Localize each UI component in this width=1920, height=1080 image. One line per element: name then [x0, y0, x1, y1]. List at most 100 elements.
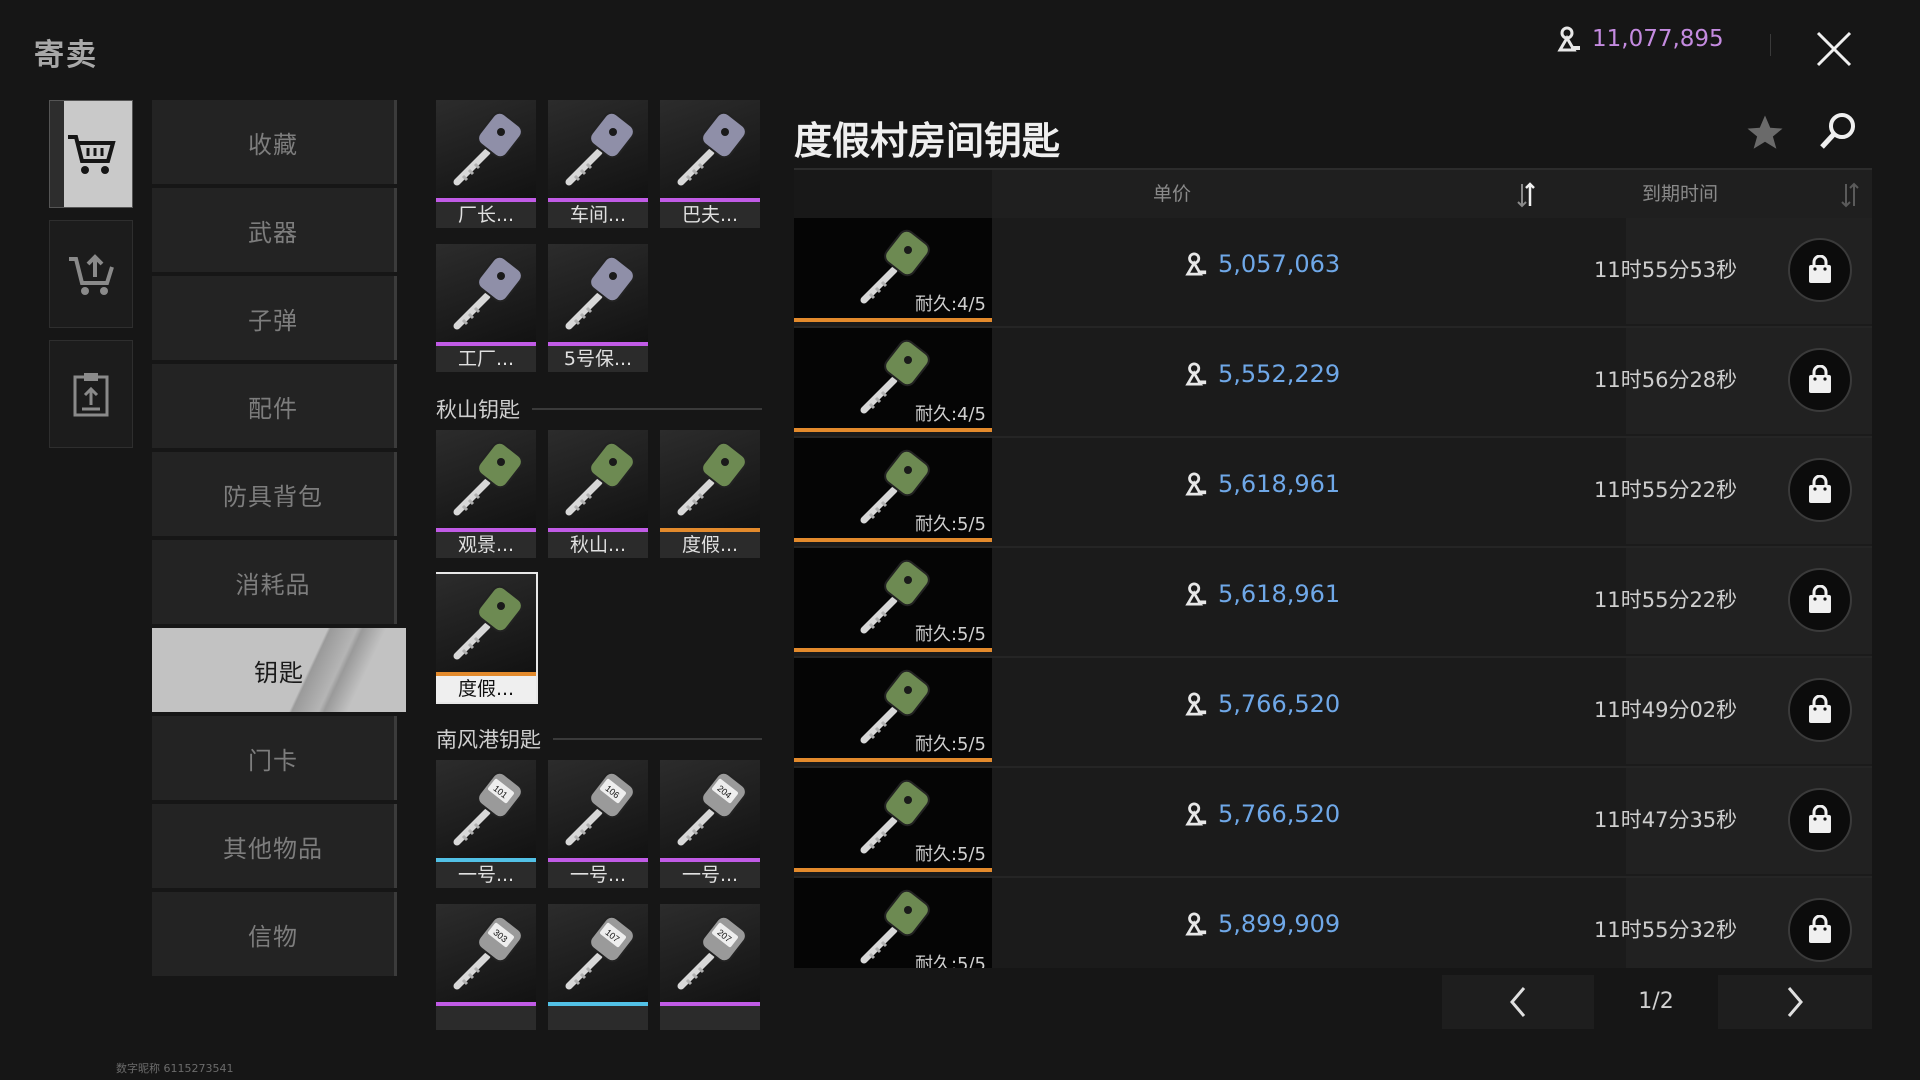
item-card[interactable]: 厂长... — [436, 100, 536, 228]
page-indicator: 1/2 — [1638, 989, 1674, 1014]
listing-row[interactable]: 耐久:5/5 5,618,961 11时55分22秒 — [794, 548, 1872, 658]
category-item[interactable]: 钥匙 — [152, 628, 406, 712]
buy-button[interactable] — [1788, 238, 1852, 302]
tab-buy[interactable] — [49, 100, 133, 208]
buy-button[interactable] — [1788, 898, 1852, 962]
key-icon: 101 — [453, 771, 523, 846]
item-card[interactable]: 巴夫... — [660, 100, 760, 228]
item-image — [436, 244, 536, 342]
item-label: 观景... — [436, 532, 536, 558]
buy-button[interactable] — [1788, 678, 1852, 742]
durability-label: 耐久:5/5 — [914, 514, 986, 535]
category-item[interactable]: 武器 — [152, 188, 397, 272]
item-card[interactable]: 106 一号... — [548, 760, 648, 888]
header-expiry[interactable]: 到期时间 — [1560, 170, 1800, 218]
price-cell: 5,766,520 — [1184, 800, 1340, 828]
listing-row[interactable]: 耐久:5/5 5,618,961 11时55分22秒 — [794, 438, 1872, 548]
price-value: 5,766,520 — [1218, 690, 1341, 718]
durability-label: 耐久:4/5 — [914, 404, 986, 425]
close-button[interactable] — [1802, 22, 1866, 76]
price-value: 5,057,063 — [1218, 250, 1341, 278]
rarity-bar — [794, 538, 992, 542]
listing-row[interactable]: 耐久:4/5 5,057,063 11时55分53秒 — [794, 218, 1872, 328]
key-icon — [453, 585, 523, 660]
durability-label: 耐久:5/5 — [914, 734, 986, 755]
category-list: 收藏 武器 子弹 配件 防具背包 消耗品 钥匙 门卡 其他物品 信物 — [152, 100, 406, 980]
listing-row[interactable]: 耐久:5/5 5,899,909 11时55分32秒 — [794, 878, 1872, 968]
price-value: 5,552,229 — [1218, 360, 1341, 388]
category-item[interactable]: 门卡 — [152, 716, 397, 800]
item-card[interactable]: 观景... — [436, 430, 536, 558]
item-label: 工厂... — [436, 346, 536, 372]
expiry-time: 11时55分53秒 — [1594, 258, 1738, 282]
item-card[interactable]: 度假... — [660, 430, 760, 558]
listing-thumbnail: 耐久:5/5 — [794, 658, 992, 762]
item-card[interactable]: 207 — [660, 904, 760, 1030]
sort-icon[interactable] — [1516, 182, 1536, 208]
category-item[interactable]: 收藏 — [152, 100, 397, 184]
shopping-bag-icon — [1809, 475, 1831, 503]
category-item[interactable]: 防具背包 — [152, 452, 397, 536]
listing-row[interactable]: 耐久:5/5 5,766,520 11时47分35秒 — [794, 768, 1872, 878]
key-icon — [565, 255, 635, 330]
buy-button[interactable] — [1788, 348, 1852, 412]
item-label: 秋山... — [548, 532, 648, 558]
category-item[interactable]: 信物 — [152, 892, 397, 976]
buy-button[interactable] — [1788, 788, 1852, 852]
item-card[interactable]: 107 — [548, 904, 648, 1030]
item-image: 101 — [436, 760, 536, 858]
item-label: 一号... — [548, 862, 648, 888]
tab-sell[interactable] — [49, 220, 133, 328]
key-icon — [565, 441, 635, 516]
star-icon — [1747, 115, 1783, 149]
key-icon — [453, 441, 523, 516]
key-icon: 207 — [677, 915, 747, 990]
divider — [1770, 34, 1771, 56]
search-button[interactable] — [1818, 110, 1860, 156]
item-card[interactable]: 度假... — [436, 572, 538, 704]
expiry-time: 11时49分02秒 — [1594, 698, 1738, 722]
item-card[interactable]: 101 一号... — [436, 760, 536, 888]
price-cell: 5,057,063 — [1184, 250, 1340, 278]
key-icon: 107 — [565, 915, 635, 990]
rarity-bar — [794, 318, 992, 322]
item-card[interactable]: 工厂... — [436, 244, 536, 372]
shopping-bag-icon — [1809, 585, 1831, 613]
item-card[interactable]: 车间... — [548, 100, 648, 228]
item-card[interactable]: 秋山... — [548, 430, 648, 558]
header-price[interactable]: 单价 — [992, 170, 1352, 218]
category-item[interactable]: 子弹 — [152, 276, 397, 360]
sort-icon[interactable] — [1840, 182, 1860, 208]
rarity-bar — [794, 758, 992, 762]
item-card[interactable]: 303 — [436, 904, 536, 1030]
category-item[interactable]: 消耗品 — [152, 540, 397, 624]
buy-button[interactable] — [1788, 458, 1852, 522]
category-item[interactable]: 其他物品 — [152, 804, 397, 888]
item-card[interactable]: 5号保... — [548, 244, 648, 372]
buy-button[interactable] — [1788, 568, 1852, 632]
item-label: 度假... — [660, 532, 760, 558]
category-item[interactable]: 配件 — [152, 364, 397, 448]
next-page-button[interactable] — [1718, 975, 1872, 1029]
item-image — [548, 244, 648, 342]
prev-page-button[interactable] — [1442, 975, 1594, 1029]
price-value: 5,618,961 — [1218, 470, 1341, 498]
durability-label: 耐久:5/5 — [914, 624, 986, 645]
item-image: 207 — [660, 904, 760, 1002]
tab-records[interactable] — [49, 340, 133, 448]
listing-row[interactable]: 耐久:4/5 5,552,229 11时56分28秒 — [794, 328, 1872, 438]
item-label: 厂长... — [436, 202, 536, 228]
listing-thumbnail: 耐久:5/5 — [794, 768, 992, 872]
item-label: 巴夫... — [660, 202, 760, 228]
key-icon — [677, 111, 747, 186]
listing-row[interactable]: 耐久:5/5 5,766,520 11时49分02秒 — [794, 658, 1872, 768]
item-card[interactable]: 204 一号... — [660, 760, 760, 888]
price-value: 5,618,961 — [1218, 580, 1341, 608]
expiry-time: 11时47分35秒 — [1594, 808, 1738, 832]
item-image: 107 — [548, 904, 648, 1002]
cart-icon — [68, 135, 116, 174]
close-icon — [1816, 31, 1852, 67]
key-icon — [453, 255, 523, 330]
currency-display: 11,077,895 — [1556, 26, 1724, 52]
favorite-button[interactable] — [1744, 112, 1786, 158]
